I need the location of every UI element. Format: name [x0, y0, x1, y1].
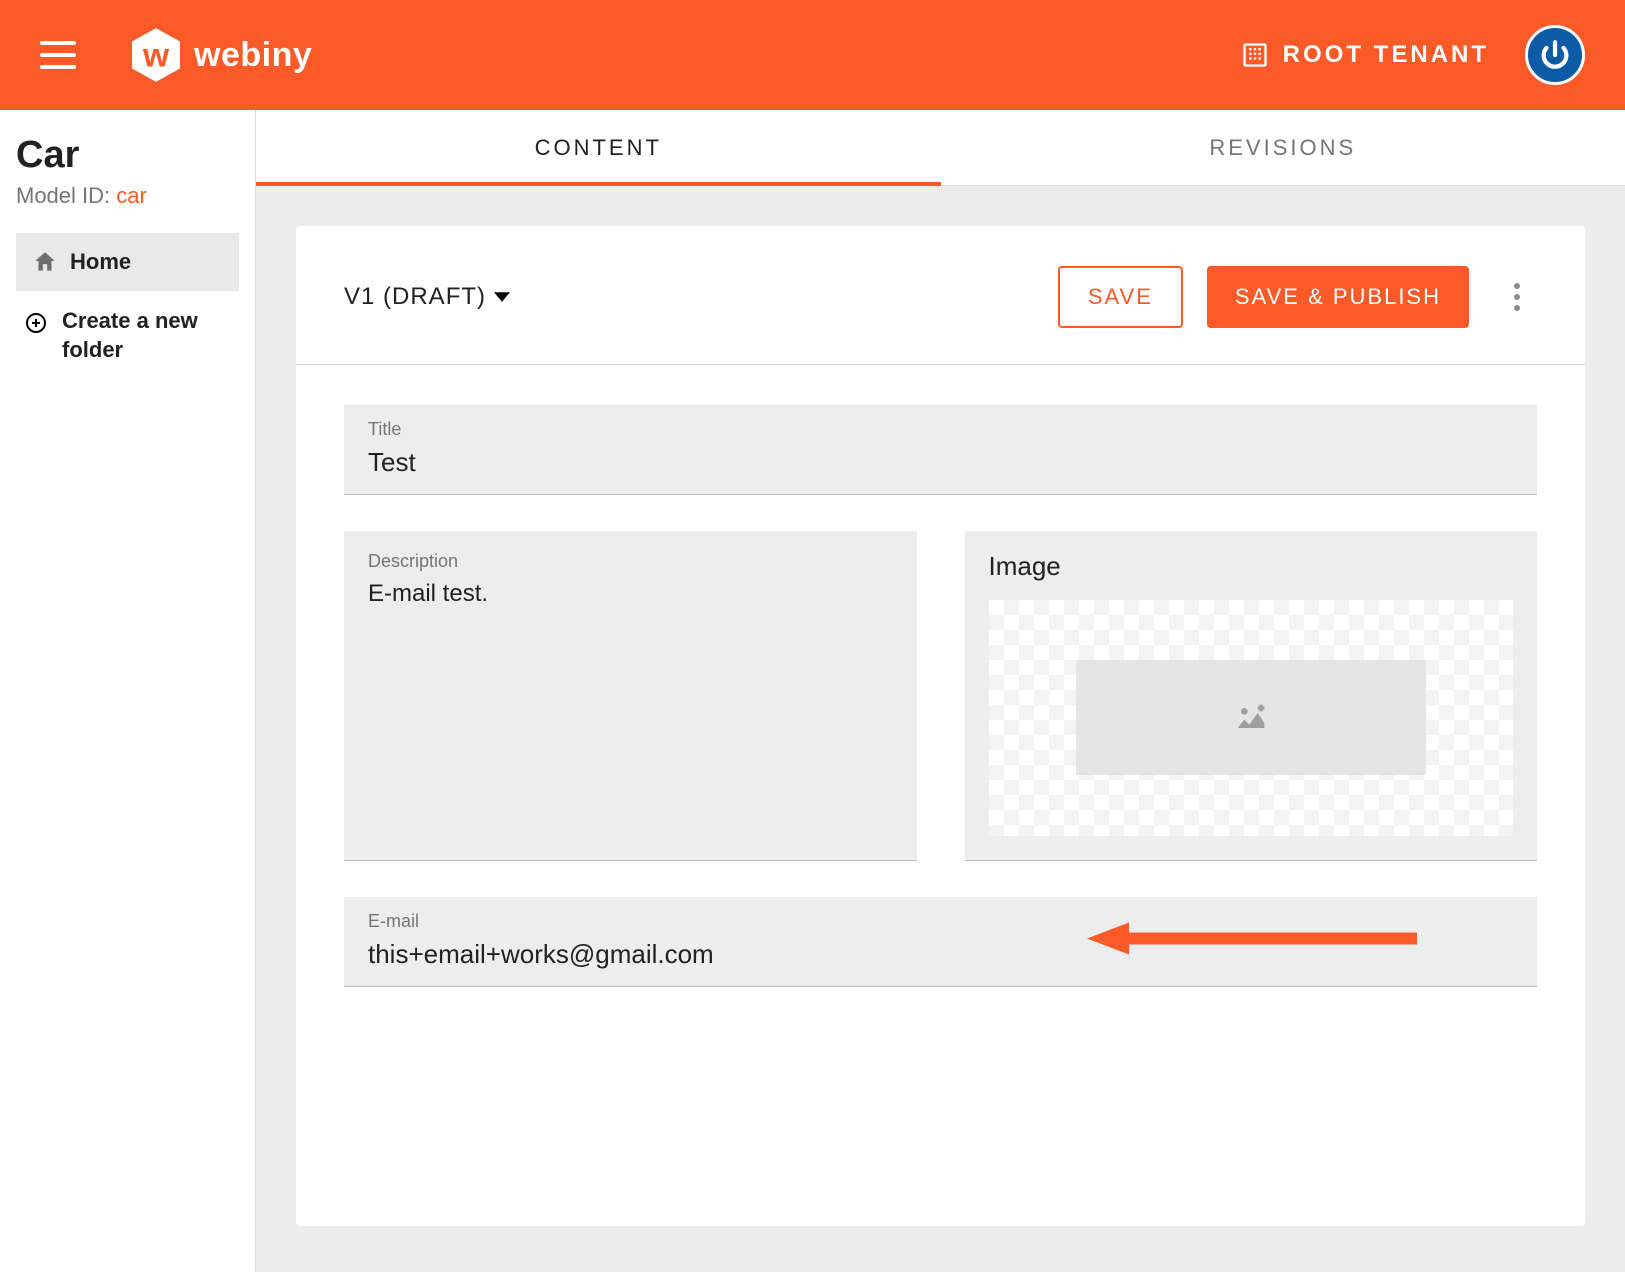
model-id-link[interactable]: car	[116, 183, 147, 208]
sidebar-item-label: Create a new folder	[62, 307, 231, 364]
save-publish-button[interactable]: SAVE & PUBLISH	[1207, 266, 1469, 328]
version-dropdown[interactable]: V1 (DRAFT)	[344, 283, 510, 311]
save-button[interactable]: SAVE	[1058, 266, 1183, 328]
content-panel: V1 (DRAFT) SAVE SAVE & PUBLISH Title Tes…	[296, 226, 1585, 1226]
brand-badge-icon: w	[132, 28, 180, 82]
chevron-down-icon	[494, 289, 510, 305]
building-icon	[1241, 41, 1269, 69]
field-value: E-mail test.	[368, 578, 893, 609]
field-label: Image	[989, 551, 1514, 582]
title-field[interactable]: Title Test	[344, 405, 1537, 495]
sidebar-create-folder[interactable]: Create a new folder	[0, 291, 255, 380]
more-actions-button[interactable]	[1497, 277, 1537, 317]
home-icon	[32, 249, 58, 275]
brand-name: webiny	[194, 36, 312, 75]
tenant-switcher[interactable]: ROOT TENANT	[1241, 41, 1489, 69]
topbar: w webiny ROOT TENANT	[0, 0, 1625, 110]
tabs: CONTENT REVISIONS	[256, 110, 1625, 186]
version-label: V1 (DRAFT)	[344, 283, 486, 311]
power-button[interactable]	[1525, 25, 1585, 85]
sidebar-item-label: Home	[70, 249, 131, 275]
tab-content[interactable]: CONTENT	[256, 110, 941, 185]
model-id: Model ID: car	[16, 183, 255, 209]
svg-text:w: w	[142, 38, 170, 75]
image-field[interactable]: Image	[965, 531, 1538, 861]
plus-circle-icon	[24, 311, 48, 335]
sidebar-item-home[interactable]: Home	[16, 233, 239, 291]
sidebar: Car Model ID: car Home Create a new fold…	[0, 110, 256, 1272]
image-upload-icon	[1231, 698, 1271, 738]
email-field[interactable]: E-mail this+email+works@gmail.com	[344, 897, 1537, 987]
kebab-icon	[1514, 283, 1520, 311]
power-icon	[1538, 38, 1572, 72]
tab-revisions[interactable]: REVISIONS	[941, 110, 1625, 185]
menu-icon[interactable]	[40, 41, 76, 69]
brand-logo[interactable]: w webiny	[132, 28, 312, 82]
image-dropzone[interactable]	[989, 600, 1514, 836]
field-label: Description	[368, 551, 893, 572]
description-field[interactable]: Description E-mail test.	[344, 531, 917, 861]
model-title: Car	[16, 134, 255, 177]
field-label: Title	[368, 419, 1513, 440]
field-value: Test	[368, 446, 1513, 480]
annotation-arrow	[1087, 919, 1417, 964]
tenant-label: ROOT TENANT	[1283, 41, 1489, 69]
